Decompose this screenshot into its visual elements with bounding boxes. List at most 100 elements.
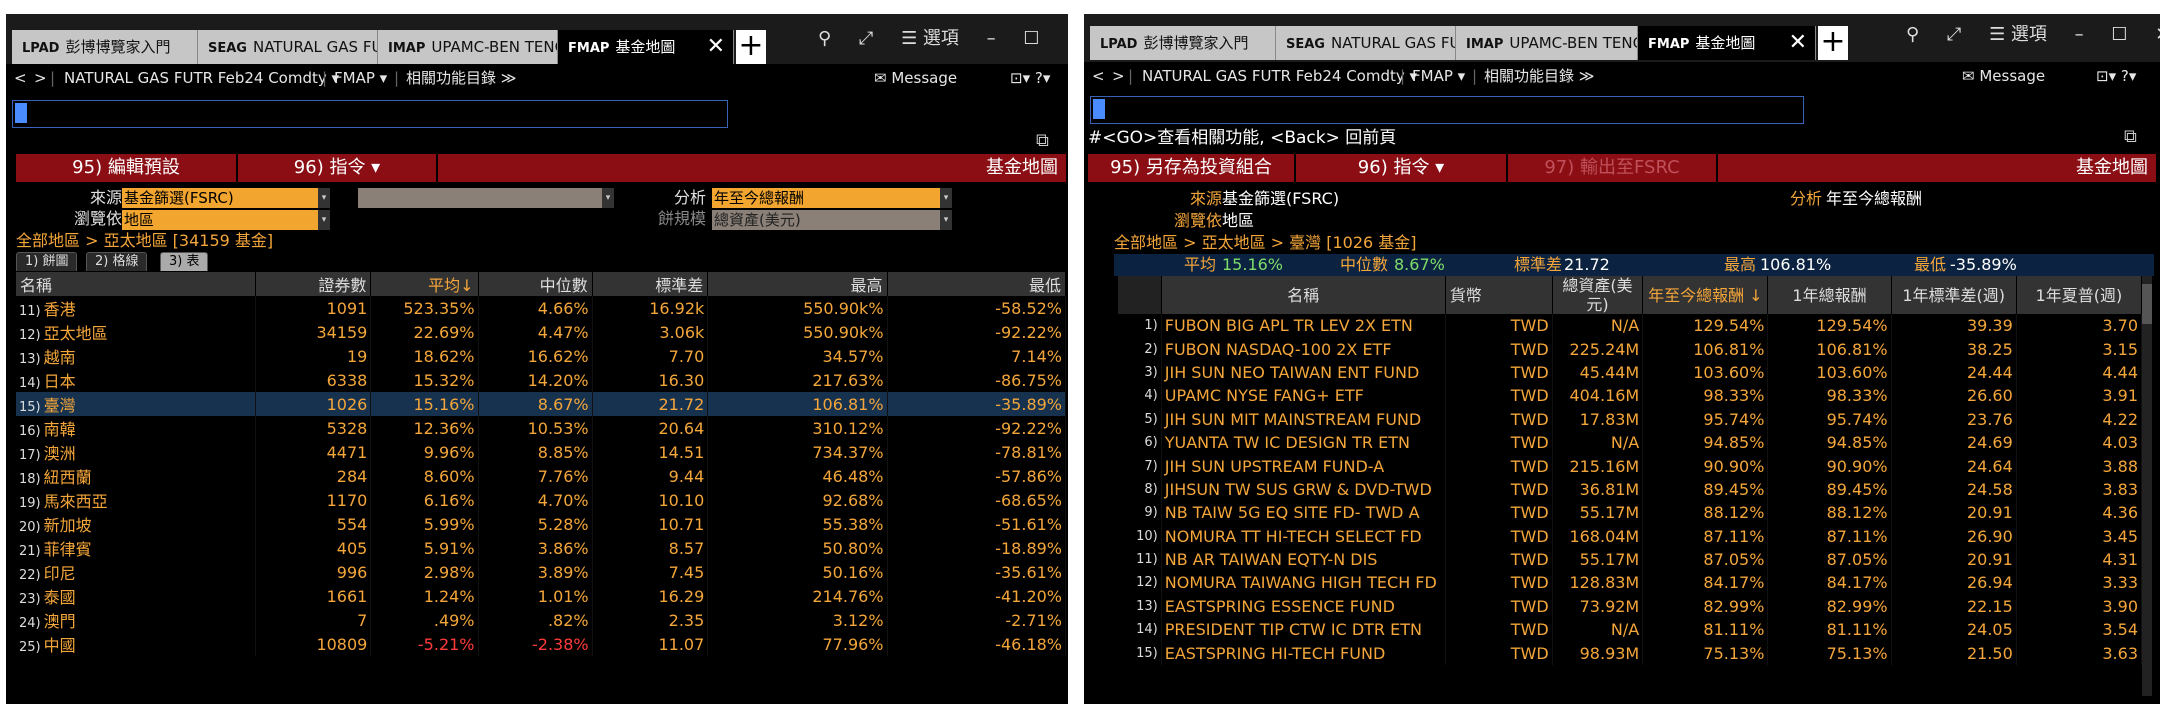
fund-name[interactable]: FUBON NASDAQ-100 2X ETF <box>1161 337 1446 361</box>
table-row[interactable]: 13) 越南 19 18.62% 16.62% 7.70 34.57% 7.14% <box>16 344 1067 368</box>
table-row[interactable]: 12) NOMURA TAIWANG HIGH TECH FD TWD 128.83M… <box>1118 571 2143 595</box>
table-row[interactable]: 12) 亞太地區 34159 22.69% 4.47% 3.06k 550.90k% -92.… <box>16 320 1067 344</box>
related-functions-menu[interactable]: 相關功能目錄 ≫ <box>1484 62 1594 90</box>
col-count[interactable]: 證券數 <box>255 272 372 296</box>
fund-name[interactable]: JIH SUN NEO TAIWAN ENT FUND <box>1161 360 1446 385</box>
table-row[interactable]: 23) 泰國 1661 1.24% 1.01% 16.29 214.76% -41.20% <box>16 584 1067 608</box>
col-ytd-return[interactable]: 年至今總報酬 ↓ <box>1642 276 1769 314</box>
region-name[interactable]: 23) 泰國 <box>16 584 256 608</box>
tab-lpad[interactable]: LPAD 彭博博覽家入門 <box>12 30 198 64</box>
col-average[interactable]: 平均↓ <box>370 272 479 296</box>
maximize-icon[interactable]: ☐ <box>1023 28 1039 49</box>
tab-fmap[interactable]: FMAP 基金地圖 ✕ <box>558 30 734 64</box>
tab-imap[interactable]: IMAP UPAMC-BEN TENG... <box>378 30 558 64</box>
tab-table[interactable]: 3) 表 <box>160 252 209 271</box>
table-row[interactable]: 21) 菲律賓 405 5.91% 3.86% 8.57 50.80% -18.89% <box>16 536 1067 560</box>
minimize-icon[interactable]: – <box>2075 24 2084 45</box>
col-max[interactable]: 最高 <box>707 272 888 296</box>
fund-name[interactable]: JIH SUN MIT MAINSTREAM FUND <box>1161 407 1446 431</box>
fund-name[interactable]: EASTSPRING HI-TECH FUND <box>1161 641 1446 665</box>
region-name[interactable]: 13) 越南 <box>16 344 256 368</box>
table-row[interactable]: 6) YUANTA TW IC DESIGN TR ETN TWD N/A 94.85%… <box>1118 430 2143 455</box>
region-name[interactable]: 25) 中國 <box>16 632 256 656</box>
col-min[interactable]: 最低 <box>887 272 1067 296</box>
table-row[interactable]: 2) FUBON NASDAQ-100 2X ETF TWD 225.24M 106.8… <box>1118 337 2143 361</box>
region-name[interactable]: 21) 菲律賓 <box>16 536 256 560</box>
table-row[interactable]: 19) 馬來西亞 1170 6.16% 4.70% 10.10 92.68% -68.65% <box>16 488 1067 512</box>
region-name[interactable]: 12) 亞太地區 <box>16 320 256 344</box>
back-arrow-icon[interactable]: < <box>1092 62 1105 90</box>
commands-button[interactable]: 96) 指令 ▾ <box>238 154 438 182</box>
table-row[interactable]: 15) 臺灣 1026 15.16% 8.67% 21.72 106.81% -35.89% <box>16 392 1067 416</box>
fund-name[interactable]: PRESIDENT TIP CTW IC DTR ETN <box>1161 618 1446 642</box>
analysis-field[interactable]: 年至今總報酬 <box>712 188 940 208</box>
toolbar-icons[interactable]: ⊡▾ ?▾ <box>1010 64 1050 92</box>
breadcrumb[interactable]: 全部地區 > 亞太地區 [34159 基金] <box>16 230 273 252</box>
search-icon[interactable]: ⚲ <box>818 28 831 49</box>
tab-fmap[interactable]: FMAP 基金地圖 ✕ <box>1638 26 1816 60</box>
fund-name[interactable]: JIHSUN TW SUS GRW & DVD-TWD <box>1161 477 1446 502</box>
table-row[interactable]: 5) JIH SUN MIT MAINSTREAM FUND TWD 17.83M 95… <box>1118 407 2143 431</box>
maximize-icon[interactable]: ☐ <box>2111 24 2127 45</box>
region-name[interactable]: 16) 南韓 <box>16 416 256 440</box>
table-row[interactable]: 3) JIH SUN NEO TAIWAN ENT FUND TWD 45.44M 10… <box>1118 360 2143 385</box>
region-name[interactable]: 19) 馬來西亞 <box>16 488 256 512</box>
table-row[interactable]: 14) PRESIDENT TIP CTW IC DTR ETN TWD N/A 81.… <box>1118 618 2143 642</box>
new-tab-plus-icon[interactable]: + <box>1818 26 1848 60</box>
table-row[interactable]: 13) EASTSPRING ESSENCE FUND TWD 73.92M 82.99… <box>1118 594 2143 619</box>
tab-pie[interactable]: 1) 餅圖 <box>16 252 78 271</box>
fund-name[interactable]: FUBON BIG APL TR LEV 2X ETN <box>1161 314 1446 338</box>
command-input[interactable] <box>1090 96 1804 124</box>
region-name[interactable]: 18) 紐西蘭 <box>16 464 256 488</box>
col-1y-return[interactable]: 1年總報酬 <box>1767 276 1892 314</box>
back-arrow-icon[interactable]: < <box>14 64 27 92</box>
table-row[interactable]: 17) 澳洲 4471 9.96% 8.85% 14.51 734.37% -78.81% <box>16 440 1067 464</box>
tab-close-icon[interactable]: ✕ <box>1789 26 1807 60</box>
breadcrumb[interactable]: 全部地區 > 亞太地區 > 臺灣 [1026 基金] <box>1114 232 1417 254</box>
region-name[interactable]: 17) 澳洲 <box>16 440 256 464</box>
col-1y-std[interactable]: 1年標準差(週) <box>1891 276 2017 314</box>
table-row[interactable]: 22) 印尼 996 2.98% 3.89% 7.45 50.16% -35.61% <box>16 560 1067 584</box>
export-fsrc-button[interactable]: 97) 輸出至FSRC <box>1508 154 1718 182</box>
message-button[interactable]: ✉ Message <box>874 64 957 92</box>
close-icon[interactable]: ✕ <box>1067 28 1068 49</box>
table-row[interactable]: 11) 香港 1091 523.35% 4.66% 16.92k 550.90k% -58.5… <box>16 296 1067 320</box>
col-name[interactable]: 名稱 <box>1161 276 1446 314</box>
message-button[interactable]: ✉ Message <box>1962 62 2045 90</box>
close-icon[interactable]: ✕ <box>2155 24 2160 45</box>
fund-name[interactable]: JIH SUN UPSTREAM FUND-A <box>1161 454 1446 478</box>
table-row[interactable]: 1) FUBON BIG APL TR LEV 2X ETN TWD N/A 129.5… <box>1118 314 2143 338</box>
region-name[interactable]: 20) 新加坡 <box>16 512 256 536</box>
popout-icon[interactable]: ⧉ <box>1036 130 1049 151</box>
fund-name[interactable]: NOMURA TT HI-TECH SELECT FD <box>1161 524 1446 548</box>
browse-field[interactable]: 地區 <box>122 210 318 230</box>
toolbar-icons[interactable]: ⊡▾ ?▾ <box>2096 62 2136 90</box>
fund-name[interactable]: NOMURA TAIWANG HIGH TECH FD <box>1161 571 1446 595</box>
col-median[interactable]: 中位數 <box>478 272 593 296</box>
save-portfolio-button[interactable]: 95) 另存為投資組合 <box>1088 154 1296 182</box>
region-name[interactable]: 24) 澳門 <box>16 608 256 632</box>
col-name[interactable]: 名稱 <box>16 272 256 296</box>
function-selector[interactable]: FMAP ▾ <box>334 64 387 92</box>
fund-name[interactable]: NB AR TAIWAN EQTY-N DIS <box>1161 547 1446 572</box>
table-row[interactable]: 24) 澳門 7.49% .82% 2.35 3.12% -2.71% <box>16 608 1067 632</box>
col-std[interactable]: 標準差 <box>592 272 709 296</box>
table-row[interactable]: 25) 中國 10809 -5.21% -2.38% 11.07 77.96% -46.18% <box>16 632 1067 656</box>
fund-name[interactable]: EASTSPRING ESSENCE FUND <box>1161 594 1446 619</box>
expand-icon[interactable]: ⤢ <box>1947 24 1961 45</box>
table-row[interactable]: 16) 南韓 5328 12.36% 10.53% 20.64 310.12% -92.22% <box>16 416 1067 440</box>
table-row[interactable]: 7) JIH SUN UPSTREAM FUND-A TWD 215.16M 90.90… <box>1118 454 2143 478</box>
table-row[interactable]: 14) 日本 6338 15.32% 14.20% 16.30 217.63% -86.75% <box>16 368 1067 392</box>
related-functions-menu[interactable]: 相關功能目錄 ≫ <box>406 64 516 92</box>
col-currency[interactable]: 貨幣 <box>1445 276 1553 314</box>
col-aum[interactable]: 總資產(美元) <box>1552 276 1644 314</box>
edit-preset-button[interactable]: 95) 編輯預設 <box>16 154 238 182</box>
region-name[interactable]: 22) 印尼 <box>16 560 256 584</box>
scrollbar-thumb[interactable] <box>2142 284 2152 324</box>
commands-button[interactable]: 96) 指令 ▾ <box>1296 154 1508 182</box>
region-name[interactable]: 15) 臺灣 <box>16 392 256 416</box>
search-icon[interactable]: ⚲ <box>1906 24 1919 45</box>
popout-icon[interactable]: ⧉ <box>2124 126 2137 147</box>
region-name[interactable]: 14) 日本 <box>16 368 256 392</box>
tab-seag[interactable]: SEAG NATURAL GAS FU... <box>198 30 378 64</box>
